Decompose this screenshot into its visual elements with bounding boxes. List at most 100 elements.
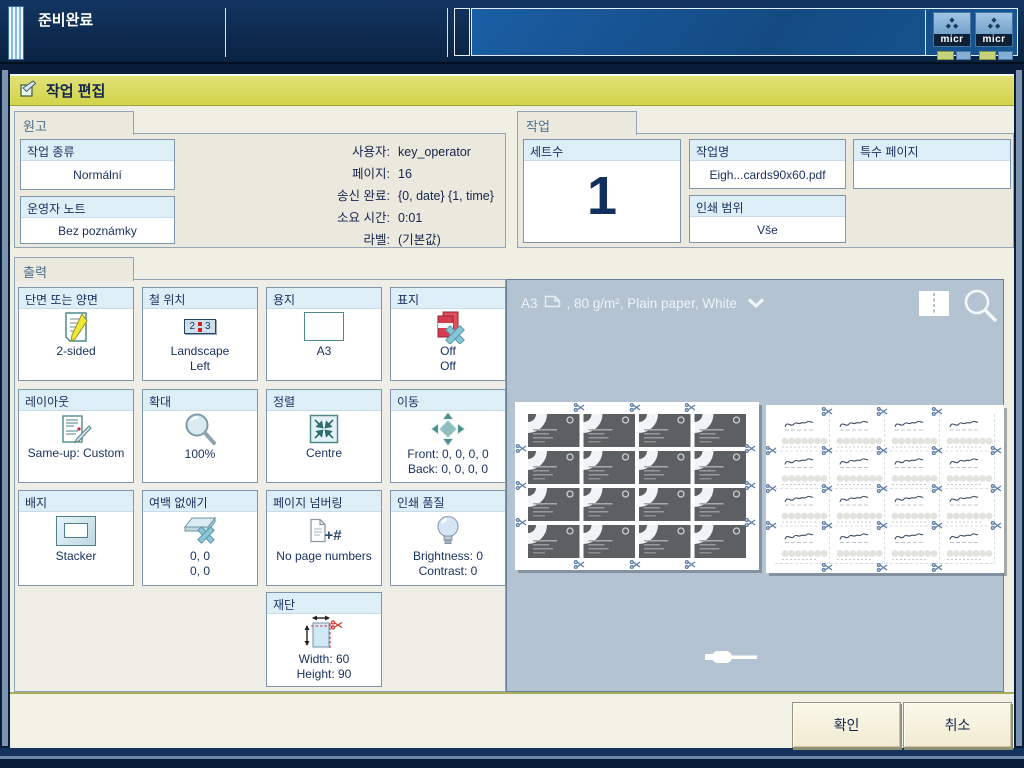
tile-label: 표지 <box>391 288 505 309</box>
dialog-title-bar: 작업 편집 <box>10 76 1014 106</box>
tile-value <box>143 462 257 477</box>
tile-label: 작업명 <box>690 140 845 161</box>
tile-staple-position[interactable]: 철 위치 23 LandscapeLeft <box>142 287 258 381</box>
tile-job-name[interactable]: 작업명 Eigh...cards90x60.pdf <box>689 139 846 189</box>
tile-label: 여백 없애기 <box>143 491 257 512</box>
tile-special-pages[interactable]: 특수 페이지 <box>853 139 1011 189</box>
micr-logo-text: micr <box>933 34 971 47</box>
info-value: key_operator <box>398 141 471 163</box>
tile-value: Front: 0, 0, 0, 0 <box>391 447 505 462</box>
info-label: 페이지: <box>268 163 390 185</box>
tile-label: 세트수 <box>524 140 680 161</box>
dialog-bottom-highlight <box>0 756 1024 759</box>
duplex-page-icon <box>19 309 133 344</box>
tile-page-numbering[interactable]: 페이지 넘버링 +# No page numbers <box>266 490 382 586</box>
preview-pane: A3 , 80 g/m², Plain paper, White <box>506 279 1004 692</box>
tab-job[interactable]: 작업 <box>517 111 637 135</box>
dialog-left-edge <box>2 70 8 746</box>
tile-label: 단면 또는 양면 <box>19 288 133 309</box>
tile-alignment[interactable]: 정렬 Centre <box>266 389 382 483</box>
tile-value <box>19 461 133 476</box>
tile-value: Vše <box>690 223 845 238</box>
tile-layout[interactable]: 레이아웃 Same-up: Custom <box>18 389 134 483</box>
zoom-magnifier-icon <box>143 411 257 447</box>
tile-sides[interactable]: 단면 또는 양면 2-sided <box>18 287 134 381</box>
tile-margin-erase[interactable]: 여백 없애기 0, 00, 0 <box>142 490 258 586</box>
tile-label: 인쇄 품질 <box>391 491 505 512</box>
info-row: 라벨:(기본값) <box>268 229 504 251</box>
cover-off-icon <box>391 309 505 344</box>
tile-value: Normální <box>21 168 174 183</box>
paper-selector[interactable]: A3 , 80 g/m², Plain paper, White <box>521 295 765 311</box>
tile-value: Centre <box>267 446 381 461</box>
tile-value <box>267 359 381 374</box>
page-number-icon: +# <box>267 512 381 549</box>
tile-operator-note[interactable]: 운영자 노트 Bez poznámky <box>20 196 175 244</box>
tile-job-type[interactable]: 작업 종류 Normální <box>20 139 175 190</box>
tile-zoom[interactable]: 확대 100% <box>142 389 258 483</box>
info-label: 사용자: <box>268 141 390 163</box>
stacker-tray-icon <box>19 512 133 549</box>
edit-note-icon <box>19 78 37 103</box>
tile-value: Landscape <box>143 344 257 359</box>
preview-sheet-back <box>766 405 1004 573</box>
tile-print-quality[interactable]: 인쇄 품질 Brightness: 0Contrast: 0 <box>390 490 506 586</box>
page-title: 작업 편집 <box>46 80 105 101</box>
tile-value: 100% <box>143 447 257 462</box>
info-row: 소요 시간:0:01 <box>268 207 504 229</box>
tile-label: 재단 <box>267 593 381 614</box>
info-row: 송신 완료: {0, date} {1, time} <box>268 185 504 207</box>
tile-trim[interactable]: 재단 Width: 60Height: 90 <box>266 592 382 687</box>
micr-logo[interactable]: ◆◆ ◆ micr <box>933 12 971 60</box>
tile-label: 인쇄 범위 <box>690 196 845 217</box>
tile-shift[interactable]: 이동 Front: 0, 0, 0, 0Back: 0, 0, 0, 0 <box>390 389 506 483</box>
tile-label: 철 위치 <box>143 288 257 309</box>
brightness-bulb-icon <box>391 512 505 549</box>
tile-cover[interactable]: 표지 OffOff <box>390 287 506 381</box>
tile-value: Left <box>143 359 257 374</box>
job-info-list: 사용자:key_operator 페이지:16 송신 완료:{0, date} … <box>268 141 504 251</box>
micr-diamonds-icon: ◆◆ ◆ <box>975 12 1013 34</box>
shift-arrows-icon <box>391 411 505 447</box>
tile-value <box>267 461 381 476</box>
tab-output[interactable]: 출력 <box>14 257 134 281</box>
tile-value: Stacker <box>19 549 133 564</box>
spread-view-icon[interactable] <box>919 291 949 321</box>
tile-label: 확대 <box>143 390 257 411</box>
cancel-button[interactable]: 취소 <box>903 702 1012 748</box>
info-label: 송신 완료: <box>268 185 390 207</box>
info-value: 0:01 <box>398 207 422 229</box>
micr-logo[interactable]: ◆◆ ◆ micr <box>975 12 1013 60</box>
tile-label: 배지 <box>19 491 133 512</box>
paper-page-icon <box>544 295 561 311</box>
tile-destination[interactable]: 배지 Stacker <box>18 490 134 586</box>
ok-button[interactable]: 확인 <box>792 702 901 748</box>
trim-cut-icon <box>267 614 381 652</box>
info-value: {0, date} {1, time} <box>398 185 494 207</box>
tile-print-range[interactable]: 인쇄 범위 Vše <box>689 195 846 243</box>
tile-label: 용지 <box>267 288 381 309</box>
info-label: 라벨: <box>268 229 390 251</box>
tile-value <box>854 168 1010 183</box>
tab-original[interactable]: 원고 <box>14 111 134 135</box>
align-centre-icon <box>267 411 381 446</box>
tile-value: Off <box>391 344 505 359</box>
chevron-down-icon <box>747 296 765 311</box>
tile-value: Back: 0, 0, 0, 0 <box>391 462 505 477</box>
paper-name: A3 <box>521 296 538 311</box>
tile-value: 0, 0 <box>143 564 257 579</box>
set-count-value: 1 <box>524 165 680 227</box>
tile-value <box>19 359 133 374</box>
topbar-divider <box>925 10 926 55</box>
topbar-divider <box>225 8 226 57</box>
tile-value <box>19 564 133 579</box>
tile-set-count[interactable]: 세트수 1 <box>523 139 681 243</box>
tile-paper[interactable]: 용지 A3 <box>266 287 382 381</box>
plug-icon[interactable] <box>705 649 759 670</box>
info-row: 사용자: key_operator <box>268 141 504 163</box>
micr-logo-text: micr <box>975 34 1013 47</box>
tile-label: 페이지 넘버링 <box>267 491 381 512</box>
micr-status-bars <box>979 51 1013 60</box>
preview-zoom-icon[interactable] <box>962 287 1000 330</box>
paper-desc: , 80 g/m², Plain paper, White <box>567 296 737 311</box>
